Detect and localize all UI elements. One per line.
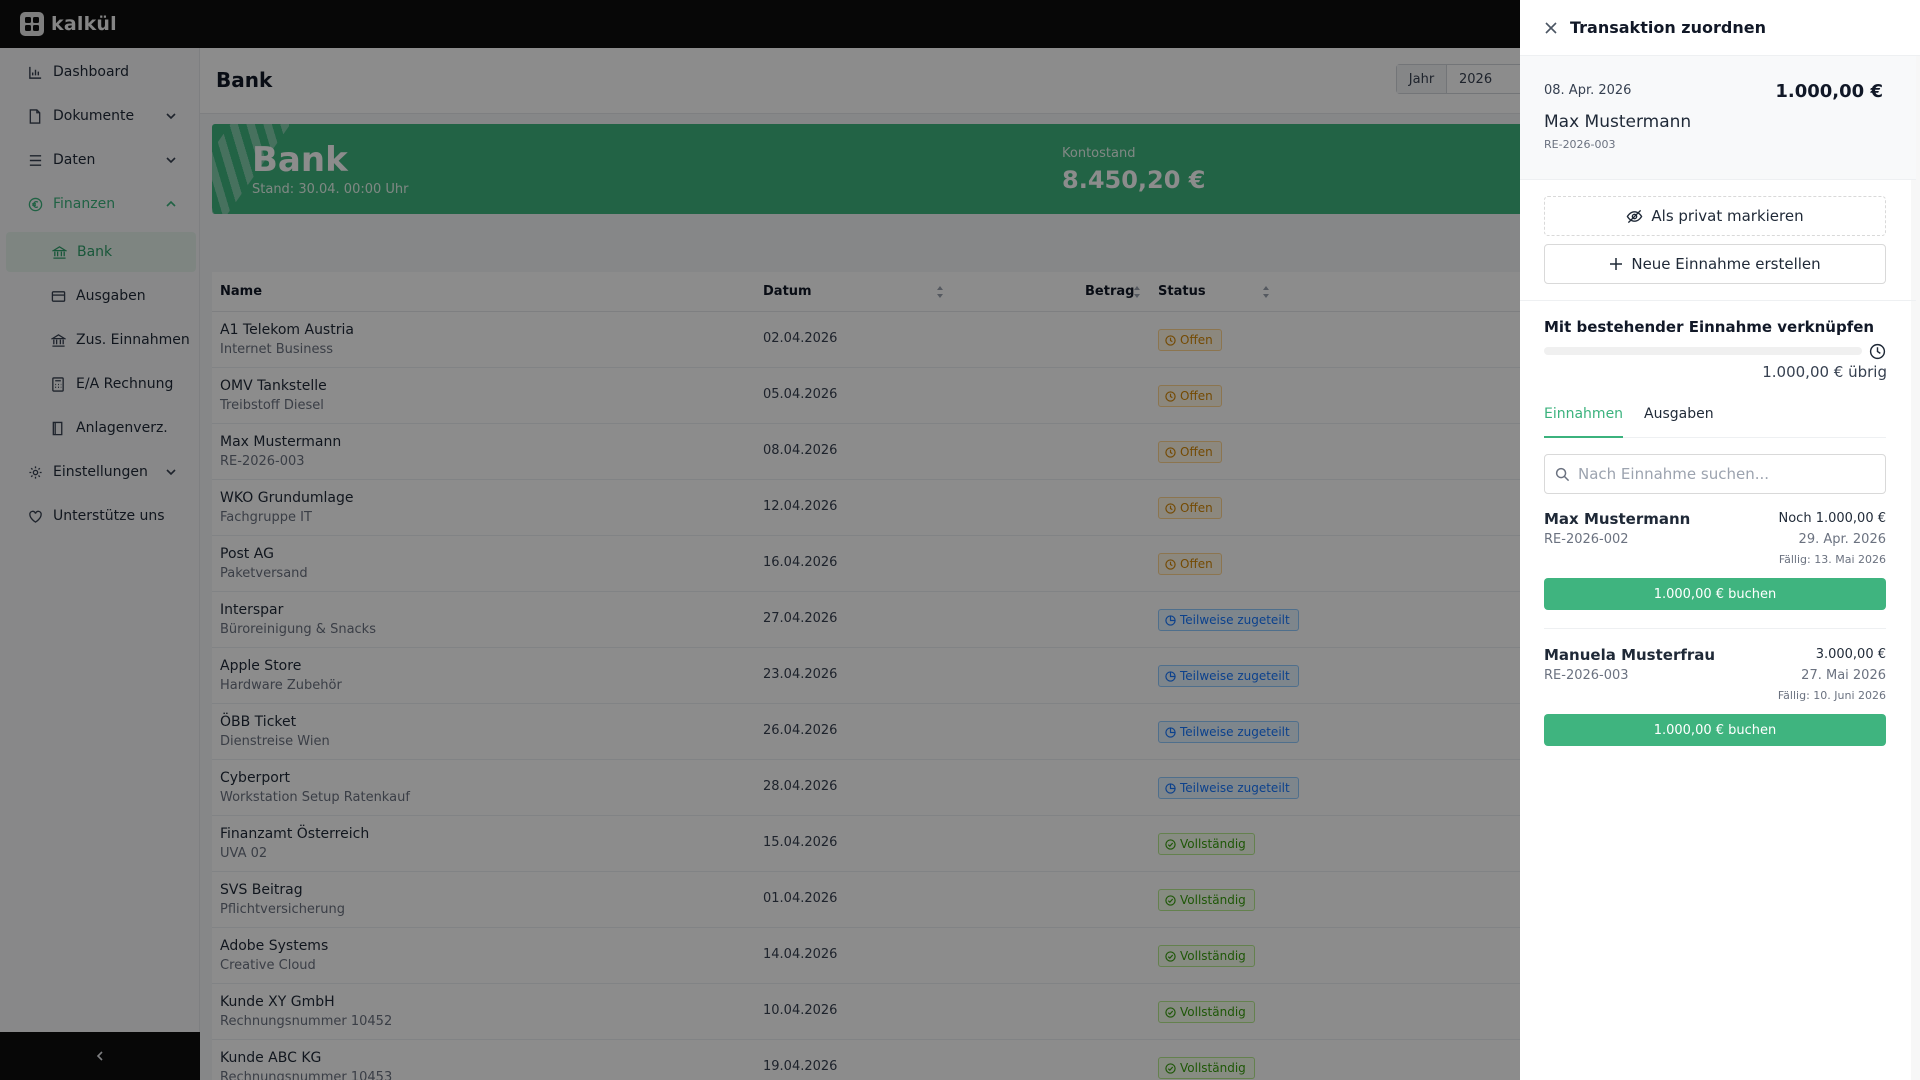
match-date: 27. Mai 2026 [1801, 668, 1886, 683]
match-name: Manuela Musterfrau [1544, 646, 1716, 664]
link-section-title: Mit bestehender Einnahme verknüpfen [1544, 318, 1875, 336]
transaction-amount: 1.000,00 € [1775, 81, 1883, 102]
remaining-amount: 1.000,00 € übrig [1762, 363, 1887, 381]
income-search-input[interactable] [1578, 465, 1868, 483]
match-name: Max Mustermann [1544, 510, 1691, 528]
mark-private-button[interactable]: Als privat markieren [1544, 196, 1886, 236]
plus-icon [1610, 258, 1623, 270]
allocation-progress [1544, 347, 1862, 355]
match-ref: RE-2026-002 [1544, 532, 1629, 547]
clock-icon [1869, 343, 1886, 360]
match-due-date: Fällig: 10. Juni 2026 [1777, 689, 1886, 702]
tab-einnahmen[interactable]: Einnahmen [1544, 406, 1624, 438]
match-date: 29. Apr. 2026 [1798, 532, 1886, 547]
eye-off-icon [1627, 209, 1643, 223]
transaction-name: Max Mustermann [1544, 112, 1692, 132]
tab-ausgaben[interactable]: Ausgaben [1644, 406, 1714, 438]
match-amount: 3.000,00 € [1815, 647, 1886, 662]
close-icon[interactable] [1544, 21, 1558, 35]
drawer-header: Transaktion zuordnen [1520, 0, 1920, 56]
income-search [1544, 454, 1886, 494]
link-tabs: Einnahmen Ausgaben [1544, 404, 1886, 438]
book-button[interactable]: 1.000,00 € buchen [1544, 578, 1886, 610]
assign-transaction-drawer: Transaktion zuordnen 08. Apr. 2026 1.000… [1520, 0, 1920, 1080]
modal-overlay[interactable] [0, 0, 1520, 1080]
match-due-date: Fällig: 13. Mai 2026 [1778, 553, 1886, 566]
mark-private-label: Als privat markieren [1651, 207, 1804, 225]
book-button[interactable]: 1.000,00 € buchen [1544, 714, 1886, 746]
divider [1544, 628, 1886, 629]
match-ref: RE-2026-003 [1544, 668, 1629, 683]
transaction-date: 08. Apr. 2026 [1544, 83, 1632, 98]
drawer-scrollbar[interactable] [1911, 56, 1920, 1080]
drawer-title: Transaktion zuordnen [1570, 18, 1766, 37]
search-icon [1555, 467, 1570, 481]
new-income-button[interactable]: Neue Einnahme erstellen [1544, 244, 1886, 284]
transaction-summary: 08. Apr. 2026 1.000,00 € Max Mustermann … [1520, 56, 1916, 180]
divider [1520, 300, 1916, 301]
match-amount: Noch 1.000,00 € [1778, 511, 1887, 526]
transaction-ref: RE-2026-003 [1544, 138, 1616, 151]
new-income-label: Neue Einnahme erstellen [1631, 255, 1821, 273]
